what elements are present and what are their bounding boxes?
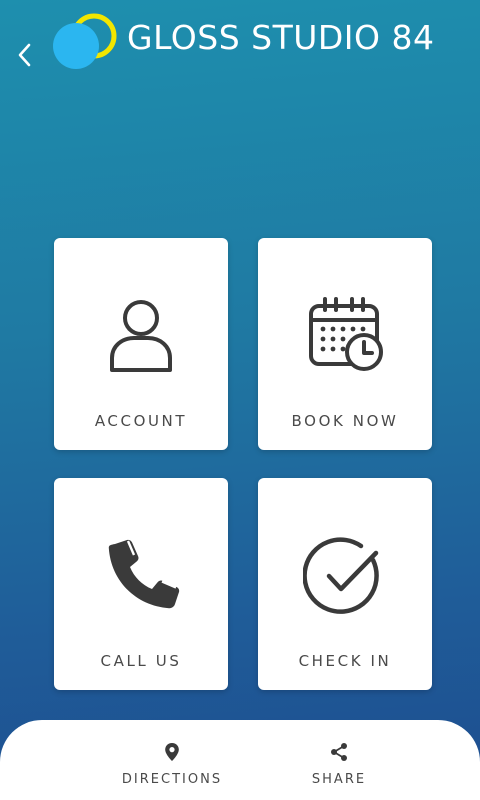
app-header: GLOSS STUDIO 84 bbox=[0, 0, 480, 90]
check-in-tile[interactable]: CHECK IN bbox=[258, 478, 432, 690]
bottom-nav-bar: DIRECTIONS SHARE bbox=[0, 720, 480, 800]
calendar-clock-icon bbox=[258, 290, 432, 382]
check-circle-icon bbox=[258, 530, 432, 622]
book-now-label: BOOK NOW bbox=[291, 412, 399, 430]
location-pin-icon bbox=[92, 742, 252, 762]
call-us-tile[interactable]: CALL US bbox=[54, 478, 228, 690]
check-in-label: CHECK IN bbox=[298, 652, 392, 670]
person-icon bbox=[54, 290, 228, 382]
directions-button[interactable]: DIRECTIONS bbox=[92, 720, 252, 800]
call-us-label: CALL US bbox=[100, 652, 182, 670]
share-button[interactable]: SHARE bbox=[259, 720, 419, 800]
chevron-left-icon bbox=[18, 43, 31, 67]
account-tile[interactable]: ACCOUNT bbox=[54, 238, 228, 450]
book-now-tile[interactable]: BOOK NOW bbox=[258, 238, 432, 450]
directions-label: DIRECTIONS bbox=[121, 772, 223, 787]
phone-icon bbox=[54, 530, 228, 622]
share-icon bbox=[259, 742, 419, 762]
share-label: SHARE bbox=[311, 772, 367, 787]
back-button[interactable] bbox=[10, 38, 40, 72]
studio-logo bbox=[50, 10, 122, 72]
account-label: ACCOUNT bbox=[94, 412, 188, 430]
app-title: GLOSS STUDIO 84 bbox=[127, 18, 435, 57]
